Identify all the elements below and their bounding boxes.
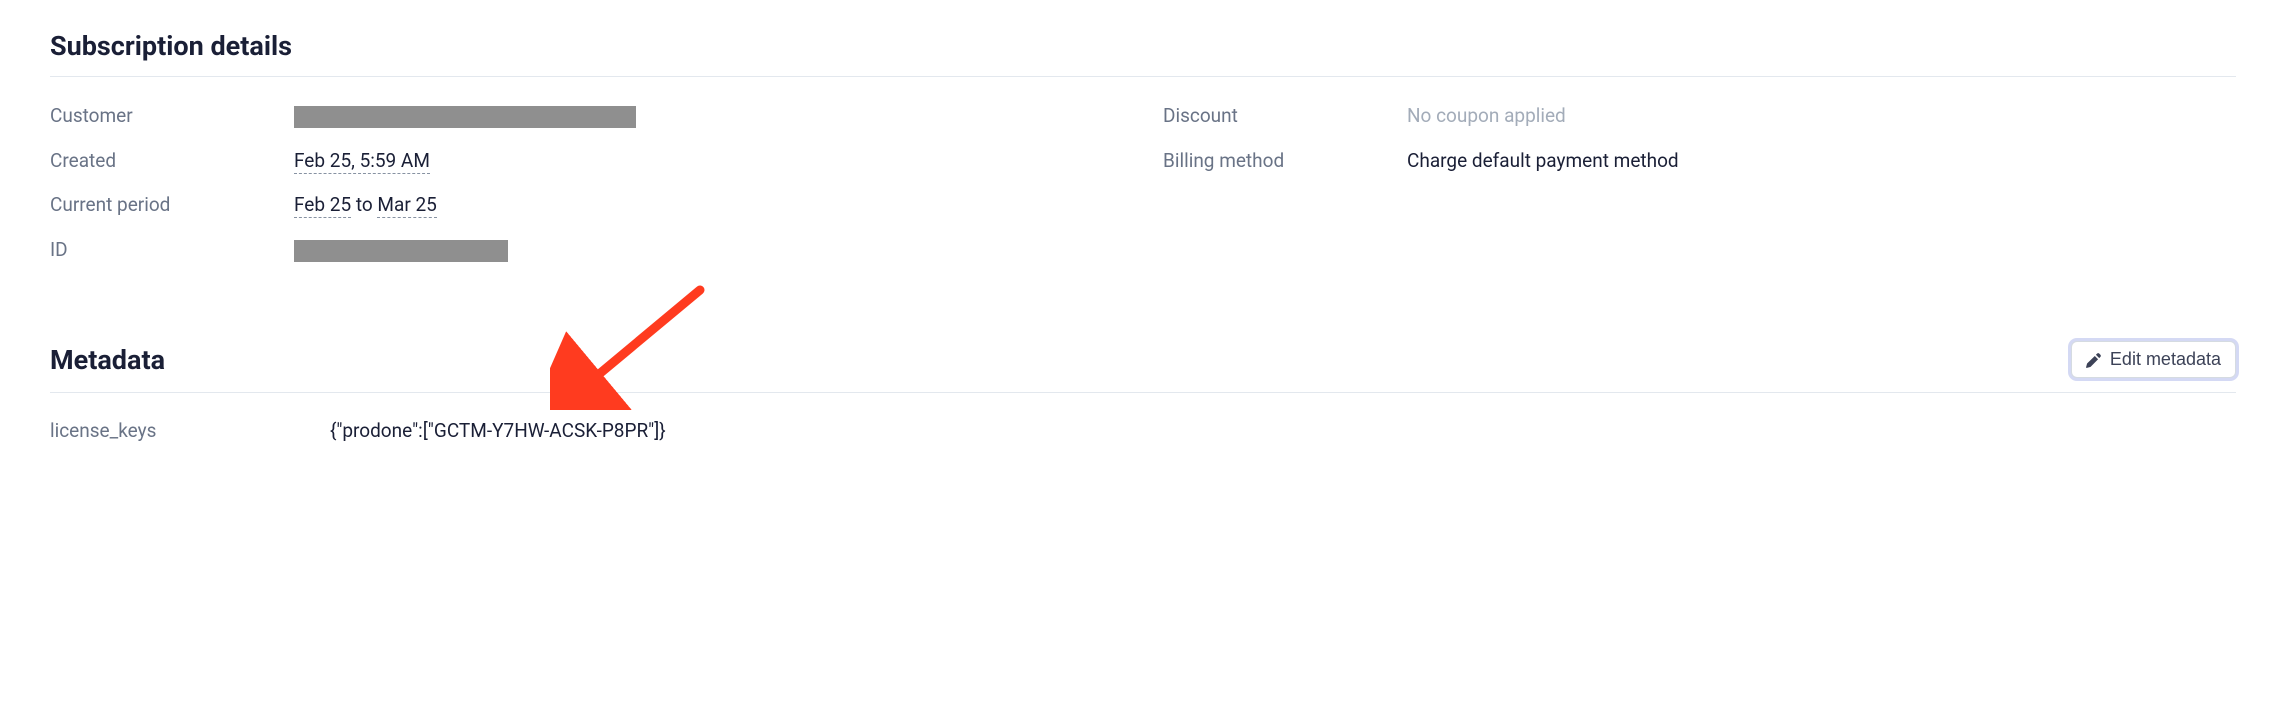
row-current-period: Current period Feb 25 to Mar 25 <box>50 192 1123 219</box>
subscription-left-column: Customer Created Feb 25, 5:59 AM Current… <box>50 103 1123 281</box>
metadata-title: Metadata <box>50 344 165 376</box>
metadata-row-license-keys: license_keys {"prodone":["GCTM-Y7HW-ACSK… <box>50 419 2236 442</box>
edit-metadata-label: Edit metadata <box>2110 349 2221 370</box>
row-discount: Discount No coupon applied <box>1163 103 2236 130</box>
label-discount: Discount <box>1163 103 1407 130</box>
subscription-details-grid: Customer Created Feb 25, 5:59 AM Current… <box>50 103 2236 281</box>
label-billing-method: Billing method <box>1163 148 1407 175</box>
value-current-period: Feb 25 to Mar 25 <box>294 192 437 219</box>
period-end-date[interactable]: Mar 25 <box>377 193 436 218</box>
row-customer: Customer <box>50 103 1123 130</box>
pencil-icon <box>2086 352 2102 368</box>
created-date[interactable]: Feb 25, 5:59 AM <box>294 149 430 174</box>
divider <box>50 392 2236 393</box>
label-id: ID <box>50 237 294 264</box>
redacted-block <box>294 240 508 262</box>
value-created: Feb 25, 5:59 AM <box>294 148 430 175</box>
value-billing-method: Charge default payment method <box>1407 148 1679 175</box>
divider <box>50 76 2236 77</box>
row-id: ID <box>50 237 1123 264</box>
value-customer <box>294 103 636 130</box>
value-discount: No coupon applied <box>1407 103 1566 130</box>
subscription-details-title: Subscription details <box>50 30 2236 62</box>
subscription-right-column: Discount No coupon applied Billing metho… <box>1163 103 2236 281</box>
row-created: Created Feb 25, 5:59 AM <box>50 148 1123 175</box>
redacted-block <box>294 106 636 128</box>
period-to-word: to <box>351 193 377 216</box>
metadata-header: Metadata Edit metadata <box>50 341 2236 378</box>
row-billing-method: Billing method Charge default payment me… <box>1163 148 2236 175</box>
label-current-period: Current period <box>50 192 294 219</box>
period-start-date[interactable]: Feb 25 <box>294 193 351 218</box>
edit-metadata-button[interactable]: Edit metadata <box>2071 341 2236 378</box>
value-id <box>294 237 508 264</box>
metadata-value-license-keys: {"prodone":["GCTM-Y7HW-ACSK-P8PR"]} <box>330 419 666 442</box>
label-customer: Customer <box>50 103 294 130</box>
label-created: Created <box>50 148 294 175</box>
metadata-key-license-keys: license_keys <box>50 419 330 442</box>
